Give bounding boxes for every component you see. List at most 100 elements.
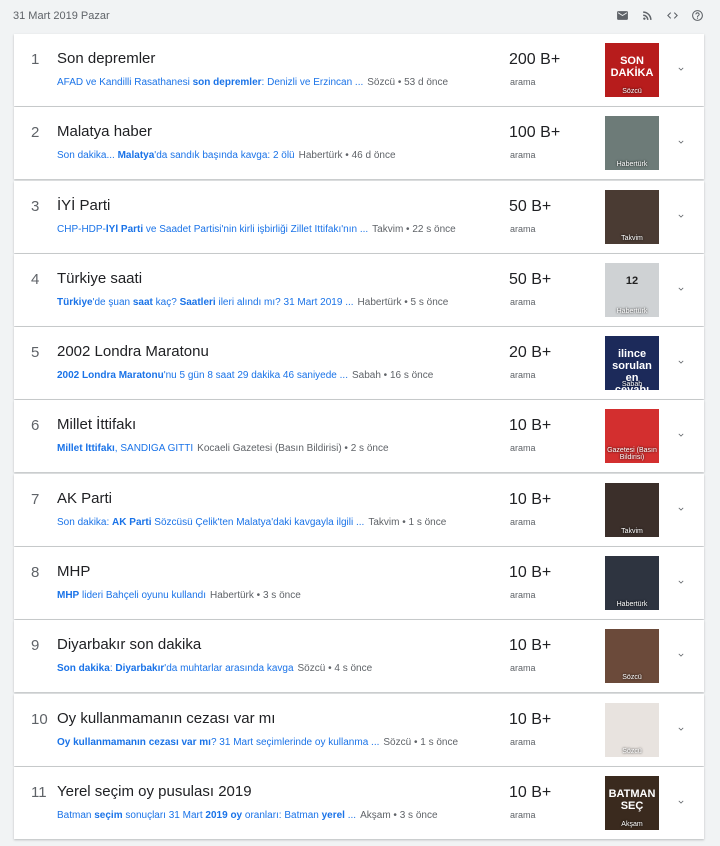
trend-snippet[interactable]: CHP-HDP-İYİ Parti ve Saadet Partisi'nin … [57,224,497,235]
snippet-part: Diyarbakır [115,663,165,675]
search-count-label: arama [510,370,536,381]
snippet-part: kaç? [152,296,180,308]
snippet-part: saat [132,296,153,308]
trend-title[interactable]: Son depremler [57,50,155,67]
trend-rank: 9 [31,637,40,655]
thumbnail-caption: Akşam [621,820,643,828]
search-count-label: arama [510,516,536,527]
news-thumbnail[interactable]: 12 Habertürk [605,262,659,317]
trend-card[interactable]: 6 Millet İttifakı Millet İttifakı, SANDI… [14,400,704,473]
chevron-down-icon[interactable] [676,430,686,440]
trend-rank: 6 [31,417,40,435]
trend-snippet[interactable]: AFAD ve Kandilli Rasathanesi son depreml… [57,77,497,88]
news-thumbnail[interactable]: Takvim [605,482,659,537]
thumbnail-caption: Sözcü [622,88,642,95]
snippet-part: İYİ Parti [105,223,144,235]
chevron-down-icon[interactable] [676,357,686,367]
chevron-down-icon[interactable] [676,724,686,734]
trend-title[interactable]: Malatya haber [57,123,152,140]
snippet-part: 2002 Londra Maratonu [57,370,164,382]
trend-title[interactable]: Yerel seçim oy pusulası 2019 [57,783,252,800]
trend-title[interactable]: Oy kullanmamanın cezası var mı [57,710,275,727]
embed-code-icon[interactable] [666,9,679,22]
search-count-label: arama [510,223,536,234]
trend-snippet[interactable]: Millet İttifakı, SANDIĞA GİTTİ Kocaeli Ga… [57,443,497,454]
snippet-part: son depremler [192,77,262,88]
news-thumbnail[interactable]: BATMAN SEÇ Akşam [605,775,659,830]
trend-card[interactable]: 7 AK Parti Son dakika: AK Parti Sözcüsü … [14,473,704,546]
top-bar: 31 Mart 2019 Pazar [0,0,720,34]
news-source: Kocaeli Gazetesi (Basın Bildirisi) • 2 s… [197,443,389,455]
news-thumbnail[interactable]: Sözcü [605,629,659,684]
snippet-part: 'da muhtarlar arasında kavga [164,663,294,675]
trend-rank: 2 [31,124,40,142]
chevron-down-icon[interactable] [676,211,686,221]
snippet-part: oy [230,809,243,821]
trend-snippet[interactable]: Türkiye'de şuan saat kaç? Saatleri ileri… [57,297,497,308]
news-source: Habertürk • 5 s önce [357,296,449,308]
trend-card[interactable]: 4 Türkiye saati Türkiye'de şuan saat kaç… [14,253,704,326]
trend-card[interactable]: 9 Diyarbakır son dakika Son dakika: Diya… [14,620,704,693]
trend-title[interactable]: Türkiye saati [57,270,142,287]
trend-rank: 5 [31,344,40,362]
news-source: Habertürk • 46 d önce [298,150,396,162]
search-count: 10 B+ [509,417,552,435]
mail-icon[interactable] [616,9,629,22]
news-thumbnail[interactable]: Habertürk [605,556,659,611]
chevron-down-icon[interactable] [676,504,686,514]
trend-snippet[interactable]: Batman seçim sonuçları 31 Mart 2019 oy o… [57,810,497,821]
trend-title[interactable]: AK Parti [57,490,112,507]
thumbnail-caption: Takvim [621,234,643,242]
trend-card[interactable]: 10 Oy kullanmamanın cezası var mı Oy kul… [14,693,704,766]
trend-snippet[interactable]: Oy kullanmamanın cezası var mı? 31 Mart … [57,737,497,748]
trend-snippet[interactable]: Son dakika: Diyarbakır'da muhtarlar aras… [57,663,497,674]
help-icon[interactable] [691,9,704,22]
search-count: 10 B+ [509,490,552,508]
news-thumbnail[interactable]: Sözcü [605,702,659,757]
snippet-part: Türkiye [57,296,93,308]
news-thumbnail[interactable]: Gazetesi (Basın Bildirisi) [605,409,659,464]
trend-snippet[interactable]: Son dakika... Malatya'da sandık başında … [57,150,497,161]
chevron-down-icon[interactable] [676,64,686,74]
chevron-down-icon[interactable] [676,650,686,660]
search-count-label: arama [510,736,536,747]
trend-card[interactable]: 3 İYİ Parti CHP-HDP-İYİ Parti ve Saadet … [14,180,704,253]
chevron-down-icon[interactable] [676,577,686,587]
news-thumbnail[interactable]: ilince sorulan en cevabı Sabah [605,336,659,391]
snippet-part: 2019 [205,809,228,821]
search-count: 20 B+ [509,344,552,362]
snippet-part: AK Parti [112,516,152,528]
news-thumbnail[interactable]: Habertürk [605,116,659,171]
trend-card[interactable]: 11 Yerel seçim oy pusulası 2019 Batman s… [14,766,704,839]
trend-title[interactable]: Diyarbakır son dakika [57,636,201,653]
news-source: Takvim • 22 s önce [372,223,456,235]
trend-snippet[interactable]: MHP lideri Bahçeli oyunu kullandı Habertü… [57,590,497,601]
snippet-part: oranları: Batman [242,809,322,821]
chevron-down-icon[interactable] [676,137,686,147]
trend-title[interactable]: İYİ Parti [57,197,110,214]
trend-snippet[interactable]: 2002 Londra Maratonu'nu 5 gün 8 saat 29 … [57,370,497,381]
news-source: Sözcü • 4 s önce [297,663,373,675]
news-thumbnail[interactable]: Takvim [605,189,659,244]
news-source: Sabah • 16 s önce [351,370,434,382]
chevron-down-icon[interactable] [676,284,686,294]
trend-snippet[interactable]: Son dakika: AK Parti Sözcüsü Çelik'ten M… [57,517,497,528]
chevron-down-icon[interactable] [676,797,686,807]
trend-card[interactable]: 8 MHP MHP lideri Bahçeli oyunu kullandı H… [14,547,704,620]
search-count: 10 B+ [509,710,552,728]
trend-title[interactable]: MHP [57,563,90,580]
trend-title[interactable]: 2002 Londra Maratonu [57,343,209,360]
trend-title[interactable]: Millet İttifakı [57,416,136,433]
trend-card[interactable]: 1 Son depremler AFAD ve Kandilli Rasatha… [14,34,704,106]
trend-card[interactable]: 2 Malatya haber Son dakika... Malatya'da… [14,107,704,180]
snippet-part: Son dakika... [57,150,118,162]
news-thumbnail[interactable]: SON DAKİKA Sözcü [605,43,659,97]
snippet-part: Millet İttifakı [57,443,115,455]
search-count-label: arama [510,296,536,307]
snippet-part: Saatleri [179,296,216,308]
trend-card[interactable]: 5 2002 Londra Maratonu 2002 Londra Marat… [14,327,704,400]
snippet-part: 'nu 5 gün 8 saat 29 dakika 46 saniyede .… [163,370,348,382]
rss-icon[interactable] [641,9,654,22]
search-count: 50 B+ [509,270,552,288]
news-source: Akşam • 3 s önce [360,809,438,821]
